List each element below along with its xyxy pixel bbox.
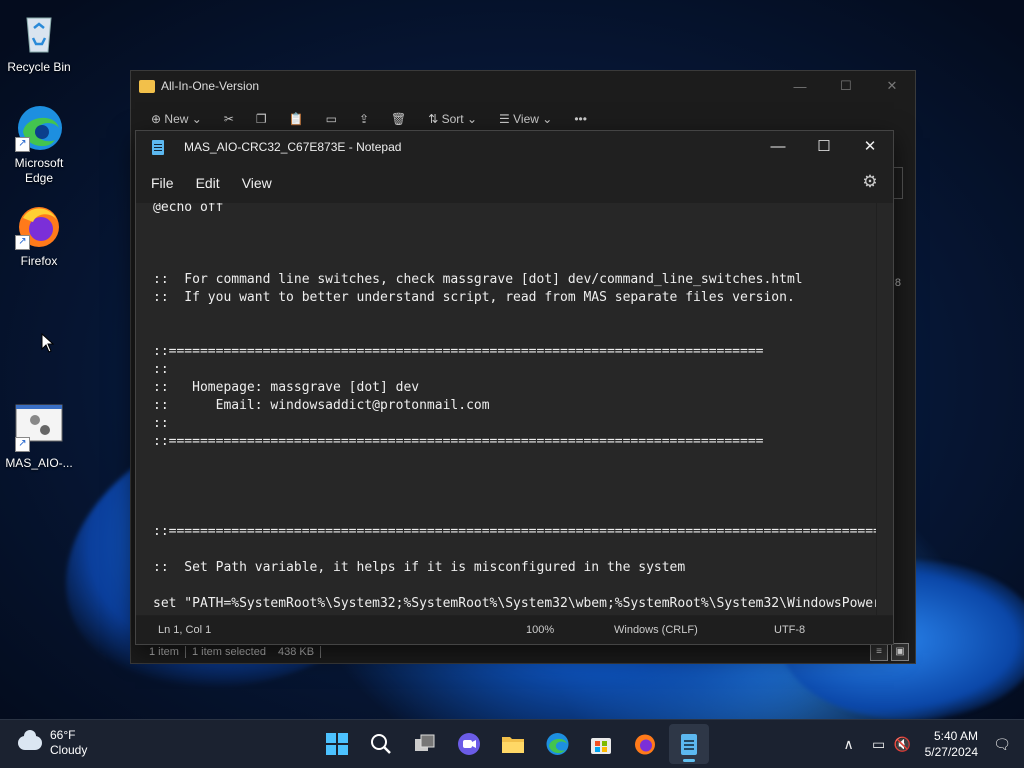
cursor-position: Ln 1, Col 1 (158, 624, 212, 636)
weather-condition: Cloudy (50, 743, 88, 757)
plus-icon: ⊕ (151, 112, 162, 126)
desktop-icon-label: Firefox (20, 254, 58, 268)
file-explorer-icon (502, 737, 524, 753)
cloudy-weather-icon (18, 730, 42, 750)
tiles-view-icon[interactable]: ▣ (891, 643, 909, 661)
explorer-side-snippet: 8 (894, 277, 901, 289)
notepad-statusbar: Ln 1, Col 1 100% Windows (CRLF) UTF-8 (136, 616, 893, 644)
desktop-icon-recycle-bin[interactable]: Recycle Bin (3, 8, 75, 75)
shortcut-arrow-icon: ↗ (15, 235, 30, 250)
desktop-icon-label: Recycle Bin (7, 60, 71, 74)
firefox-icon (635, 734, 655, 755)
sort-label: Sort (441, 112, 464, 126)
mouse-cursor-icon (41, 332, 55, 358)
edge-taskbar-button[interactable] (537, 724, 577, 764)
chat-icon (458, 733, 480, 755)
notepad-title: MAS_AIO-CRC32_C67E873E - Notepad (184, 140, 402, 154)
folder-icon (139, 79, 155, 93)
clock-time: 5:40 AM (933, 729, 978, 743)
notifications-icon[interactable]: 🗨 (990, 736, 1014, 753)
task-view-icon (415, 734, 435, 751)
task-view-button[interactable] (405, 724, 445, 764)
show-hidden-icons-chevron-icon[interactable]: ∧ (837, 736, 861, 753)
new-button[interactable]: ⊕ New ⌄ (151, 112, 202, 126)
edge-icon (546, 733, 569, 755)
edge-icon: ↗ (15, 104, 63, 152)
clock-date: 5/27/2024 (924, 745, 978, 759)
settings-gear-icon[interactable]: ⚙ (861, 172, 879, 191)
rename-icon[interactable]: ▭ (326, 112, 337, 126)
view-label: View (513, 112, 539, 126)
selection-size: 438 KB (277, 646, 315, 658)
line-ending: Windows (CRLF) (614, 624, 698, 636)
maximize-button[interactable]: ☐ (801, 131, 847, 161)
item-count: 1 item (149, 646, 179, 658)
volume-muted-icon[interactable]: 🔇 (891, 736, 915, 753)
delete-icon[interactable]: 🗑 (391, 112, 406, 126)
batch-file-icon: ↗ (15, 404, 63, 452)
editor-content[interactable]: @echo off :: For command line switches, … (136, 203, 876, 613)
start-icon (326, 733, 348, 755)
desktop-icon-edge[interactable]: ↗ Microsoft Edge (3, 104, 75, 186)
close-button[interactable]: ✕ (847, 131, 893, 161)
recycle-bin-icon (15, 8, 63, 56)
taskbar: 66°F Cloudy ∧ ▭ 🔇 5:40 AM 5/27/2024 🗨 (0, 719, 1024, 768)
shortcut-arrow-icon: ↗ (15, 137, 30, 152)
encoding: UTF-8 (774, 624, 806, 636)
minimize-button[interactable]: — (755, 131, 801, 161)
new-label: New (164, 112, 189, 126)
notepad-window[interactable]: MAS_AIO-CRC32_C67E873E - Notepad — ☐ ✕ F… (135, 130, 894, 645)
paste-icon[interactable]: 📋 (289, 112, 304, 126)
weather-widget[interactable]: 66°F Cloudy (18, 728, 87, 758)
desktop-icon-firefox[interactable]: ↗ Firefox (3, 202, 75, 269)
selection-info: 1 item selected (191, 646, 266, 658)
notepad-taskbar-button[interactable] (669, 724, 709, 764)
sort-button[interactable]: ⇅ Sort ⌄ (428, 112, 477, 126)
search-icon (371, 734, 391, 754)
zoom-level: 100% (526, 624, 555, 636)
explorer-title: All-In-One-Version (161, 79, 260, 93)
maximize-button[interactable]: ☐ (823, 71, 869, 101)
share-icon[interactable]: ⇪ (359, 112, 369, 126)
desktop-icon-label: Microsoft Edge (14, 156, 64, 185)
firefox-taskbar-button[interactable] (625, 724, 665, 764)
more-options-button[interactable]: ••• (574, 112, 587, 126)
menu-edit[interactable]: Edit (185, 175, 231, 191)
details-view-icon[interactable]: ≡ (870, 643, 888, 661)
notepad-icon (681, 734, 697, 755)
notepad-icon (152, 139, 164, 155)
start-button[interactable] (317, 724, 357, 764)
search-button[interactable] (361, 724, 401, 764)
text-editor-area[interactable]: @echo off :: For command line switches, … (136, 203, 876, 615)
store-icon (591, 738, 611, 754)
network-icon[interactable]: ▭ (867, 736, 891, 753)
shortcut-arrow-icon: ↗ (15, 437, 30, 452)
firefox-icon: ↗ (15, 202, 63, 250)
system-tray: ∧ ▭ 🔇 5:40 AM 5/27/2024 🗨 (837, 720, 1024, 768)
store-button[interactable] (581, 724, 621, 764)
desktop-icon-mas-aio[interactable]: ↗ MAS_AIO-... (3, 404, 75, 471)
menu-file[interactable]: File (140, 175, 185, 191)
chat-button[interactable] (449, 724, 489, 764)
close-button[interactable]: ✕ (869, 71, 915, 101)
minimize-button[interactable]: — (777, 71, 823, 101)
vertical-scrollbar[interactable] (877, 203, 893, 615)
view-button[interactable]: ☰ View ⌄ (499, 112, 552, 126)
notepad-menubar: File Edit View (136, 163, 893, 203)
clock[interactable]: 5:40 AM 5/27/2024 (915, 728, 990, 760)
weather-temp: 66°F (50, 728, 76, 742)
menu-view[interactable]: View (231, 175, 283, 191)
cut-icon[interactable]: ✂ (224, 112, 234, 126)
file-explorer-button[interactable] (493, 724, 533, 764)
desktop-icon-label: MAS_AIO-... (5, 456, 73, 470)
copy-icon[interactable]: ❐ (256, 112, 267, 126)
